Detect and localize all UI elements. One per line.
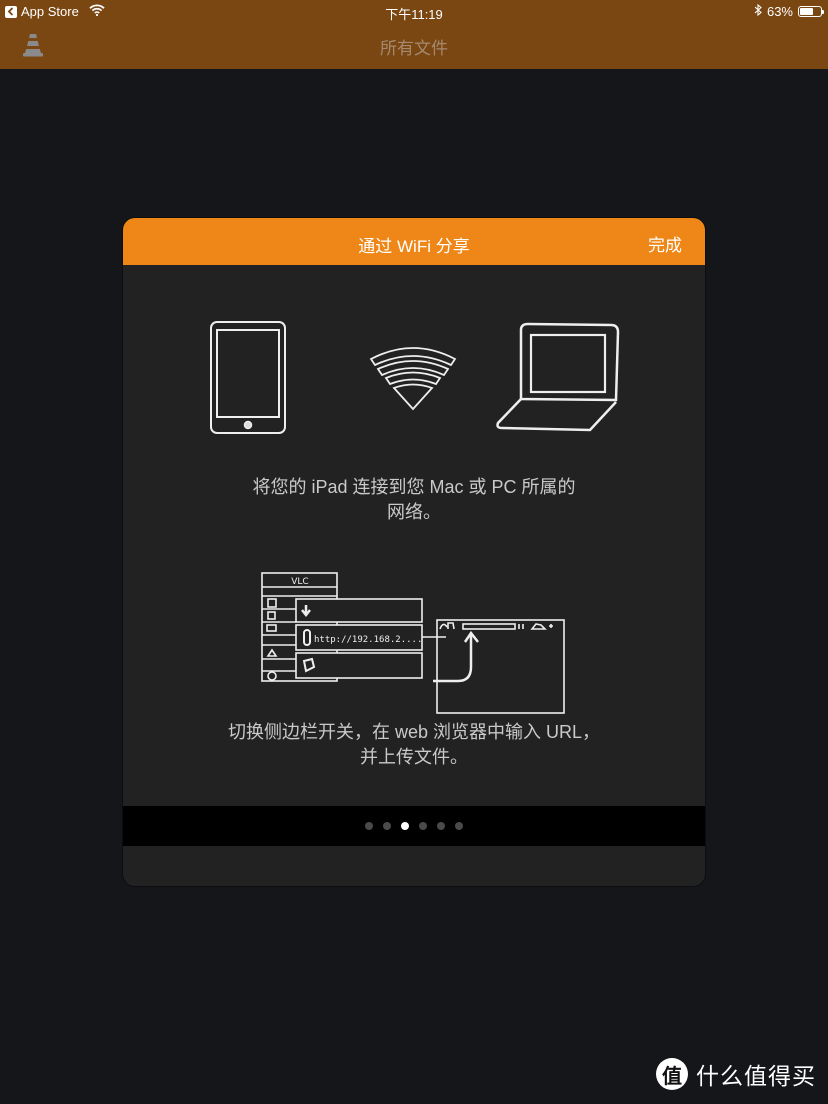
page-indicator: [123, 806, 705, 846]
step1-line1: 将您的 iPad 连接到您 Mac 或 PC 所属的: [252, 477, 576, 497]
modal-body: 将您的 iPad 连接到您 Mac 或 PC 所属的 网络。 VLC http:…: [123, 265, 705, 846]
watermark-text: 什么值得买: [696, 1063, 816, 1089]
laptop-icon: [496, 322, 620, 432]
bluetooth-icon: [754, 3, 762, 19]
ipad-icon: [210, 321, 286, 434]
web-browser-illustration: [433, 619, 565, 714]
sidebar-title: VLC: [291, 577, 308, 587]
page-dot[interactable]: [401, 822, 409, 830]
url-text: http://192.168.2....: [314, 635, 422, 645]
step2-description: 切换侧边栏开关，在 web 浏览器中输入 URL， 并上传文件。: [123, 720, 705, 770]
step2-line1: 切换侧边栏开关，在 web 浏览器中输入 URL，: [227, 722, 601, 742]
wifi-sharing-modal: 通过 WiFi 分享 完成 将您的 iPad 连接到您 Mac 或 PC 所属的…: [123, 218, 705, 886]
battery-fill: [800, 8, 813, 15]
battery-percent: 63%: [766, 4, 793, 19]
modal-header: 通过 WiFi 分享 完成: [123, 218, 705, 265]
page-dot[interactable]: [365, 822, 373, 830]
watermark-logo-icon: 值: [656, 1058, 688, 1090]
status-bar: App Store 下午11:19 63%: [0, 0, 828, 24]
step1-description: 将您的 iPad 连接到您 Mac 或 PC 所属的 网络。: [123, 475, 705, 525]
nav-title: 所有文件: [380, 39, 448, 58]
wifi-signal-icon: [369, 347, 457, 411]
done-button[interactable]: 完成: [648, 231, 682, 256]
page-dot[interactable]: [419, 822, 427, 830]
top-bar: App Store 下午11:19 63% 所有文件: [0, 0, 828, 69]
page-dot[interactable]: [455, 822, 463, 830]
step1-line2: 网络。: [387, 502, 441, 522]
battery-icon: [798, 6, 824, 17]
page-dot[interactable]: [437, 822, 445, 830]
status-time: 下午11:19: [385, 7, 443, 22]
watermark: 值 什么值得买: [656, 1057, 816, 1091]
modal-title: 通过 WiFi 分享: [358, 237, 470, 256]
page-dot[interactable]: [383, 822, 391, 830]
step2-line2: 并上传文件。: [360, 747, 468, 767]
